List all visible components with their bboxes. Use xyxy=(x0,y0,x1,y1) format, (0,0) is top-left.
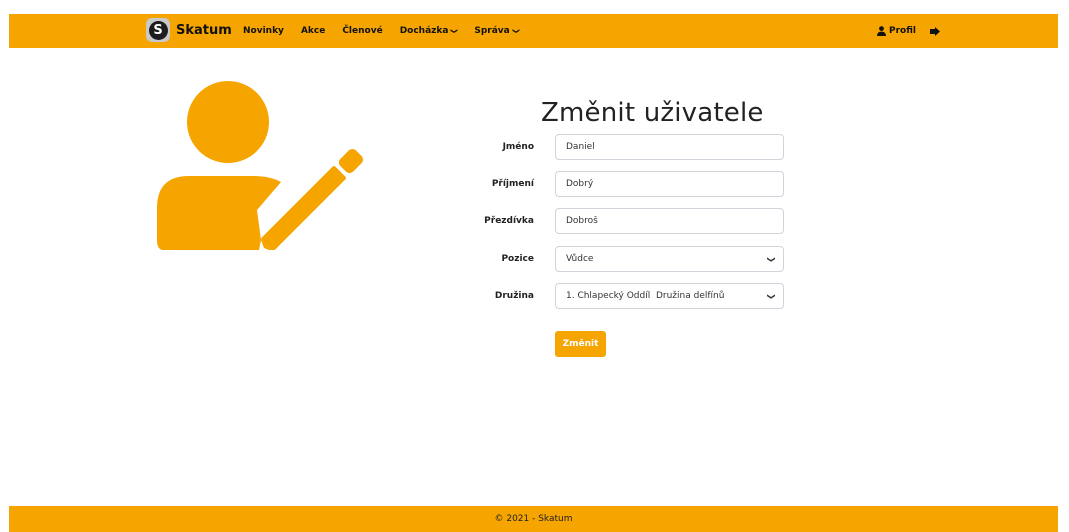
field-label: Příjmení xyxy=(491,179,534,189)
user-icon xyxy=(877,26,886,36)
nav-item-label: Členové xyxy=(342,26,383,36)
footer: © 2021 - Skatum xyxy=(9,506,1058,532)
page-title: Změnit uživatele xyxy=(541,98,764,128)
chevron-down-icon: ❯ xyxy=(767,293,777,300)
nickname-input[interactable] xyxy=(555,208,784,234)
navbar: S Skatum Novinky Akce Členové Docházka ❯ … xyxy=(9,14,1058,48)
nav-item-label: Správa xyxy=(474,26,510,36)
chevron-down-icon: ❯ xyxy=(767,256,777,263)
form-row-druzina: Družina 1. Chlapecký Oddíl Družina delfí… xyxy=(470,283,784,309)
brand-name: Skatum xyxy=(176,22,232,38)
form-row-prezdivka: Přezdívka xyxy=(470,208,784,234)
last-name-input[interactable] xyxy=(555,171,784,197)
sign-out-icon xyxy=(929,26,940,36)
logout-button[interactable] xyxy=(929,26,940,36)
user-edit-icon xyxy=(157,81,364,250)
profile-label: Profil xyxy=(889,26,916,36)
nav-item-akce[interactable]: Akce xyxy=(301,26,325,36)
first-name-input[interactable] xyxy=(555,134,784,160)
patrol-select[interactable]: 1. Chlapecký Oddíl Družina delfínů ❯ xyxy=(555,283,784,309)
nav-item-label: Novinky xyxy=(243,26,284,36)
profile-link[interactable]: Profil xyxy=(877,26,916,36)
footer-text: © 2021 - Skatum xyxy=(494,514,573,524)
nickname-field[interactable] xyxy=(566,216,783,226)
nav-right: Profil xyxy=(877,14,954,48)
form-row-prijmeni: Příjmení xyxy=(470,171,784,197)
form-row-pozice: Pozice Vůdce ❯ xyxy=(470,246,784,272)
nav-item-novinky[interactable]: Novinky xyxy=(243,26,284,36)
nav-item-dochazka[interactable]: Docházka ❯ xyxy=(399,26,459,36)
nav-item-label: Docházka xyxy=(399,26,449,36)
field-label: Pozice xyxy=(501,254,534,264)
last-name-field[interactable] xyxy=(566,179,783,189)
brand-logo-icon: S xyxy=(146,18,170,42)
field-label: Jméno xyxy=(502,142,534,152)
field-label: Družina xyxy=(494,291,534,301)
nav-item-clenove[interactable]: Členové xyxy=(342,26,382,36)
position-select[interactable]: Vůdce ❯ xyxy=(555,246,784,272)
nav-item-label: Akce xyxy=(300,26,326,36)
form-row-jmeno: Jméno xyxy=(470,134,784,160)
brand-logo-letter: S xyxy=(148,20,168,40)
patrol-select-value: 1. Chlapecký Oddíl Družina delfínů xyxy=(566,291,725,301)
chevron-down-icon: ❯ xyxy=(450,28,459,34)
position-select-value: Vůdce xyxy=(566,254,594,264)
nav-item-sprava[interactable]: Správa ❯ xyxy=(474,26,520,36)
submit-button[interactable]: Změnit xyxy=(555,331,606,357)
field-label: Přezdívka xyxy=(484,216,534,226)
chevron-down-icon: ❯ xyxy=(511,28,520,34)
nav-links: Novinky Akce Členové Docházka ❯ Správa ❯ xyxy=(243,14,536,48)
first-name-field[interactable] xyxy=(566,142,783,152)
brand[interactable]: S Skatum xyxy=(146,18,232,42)
